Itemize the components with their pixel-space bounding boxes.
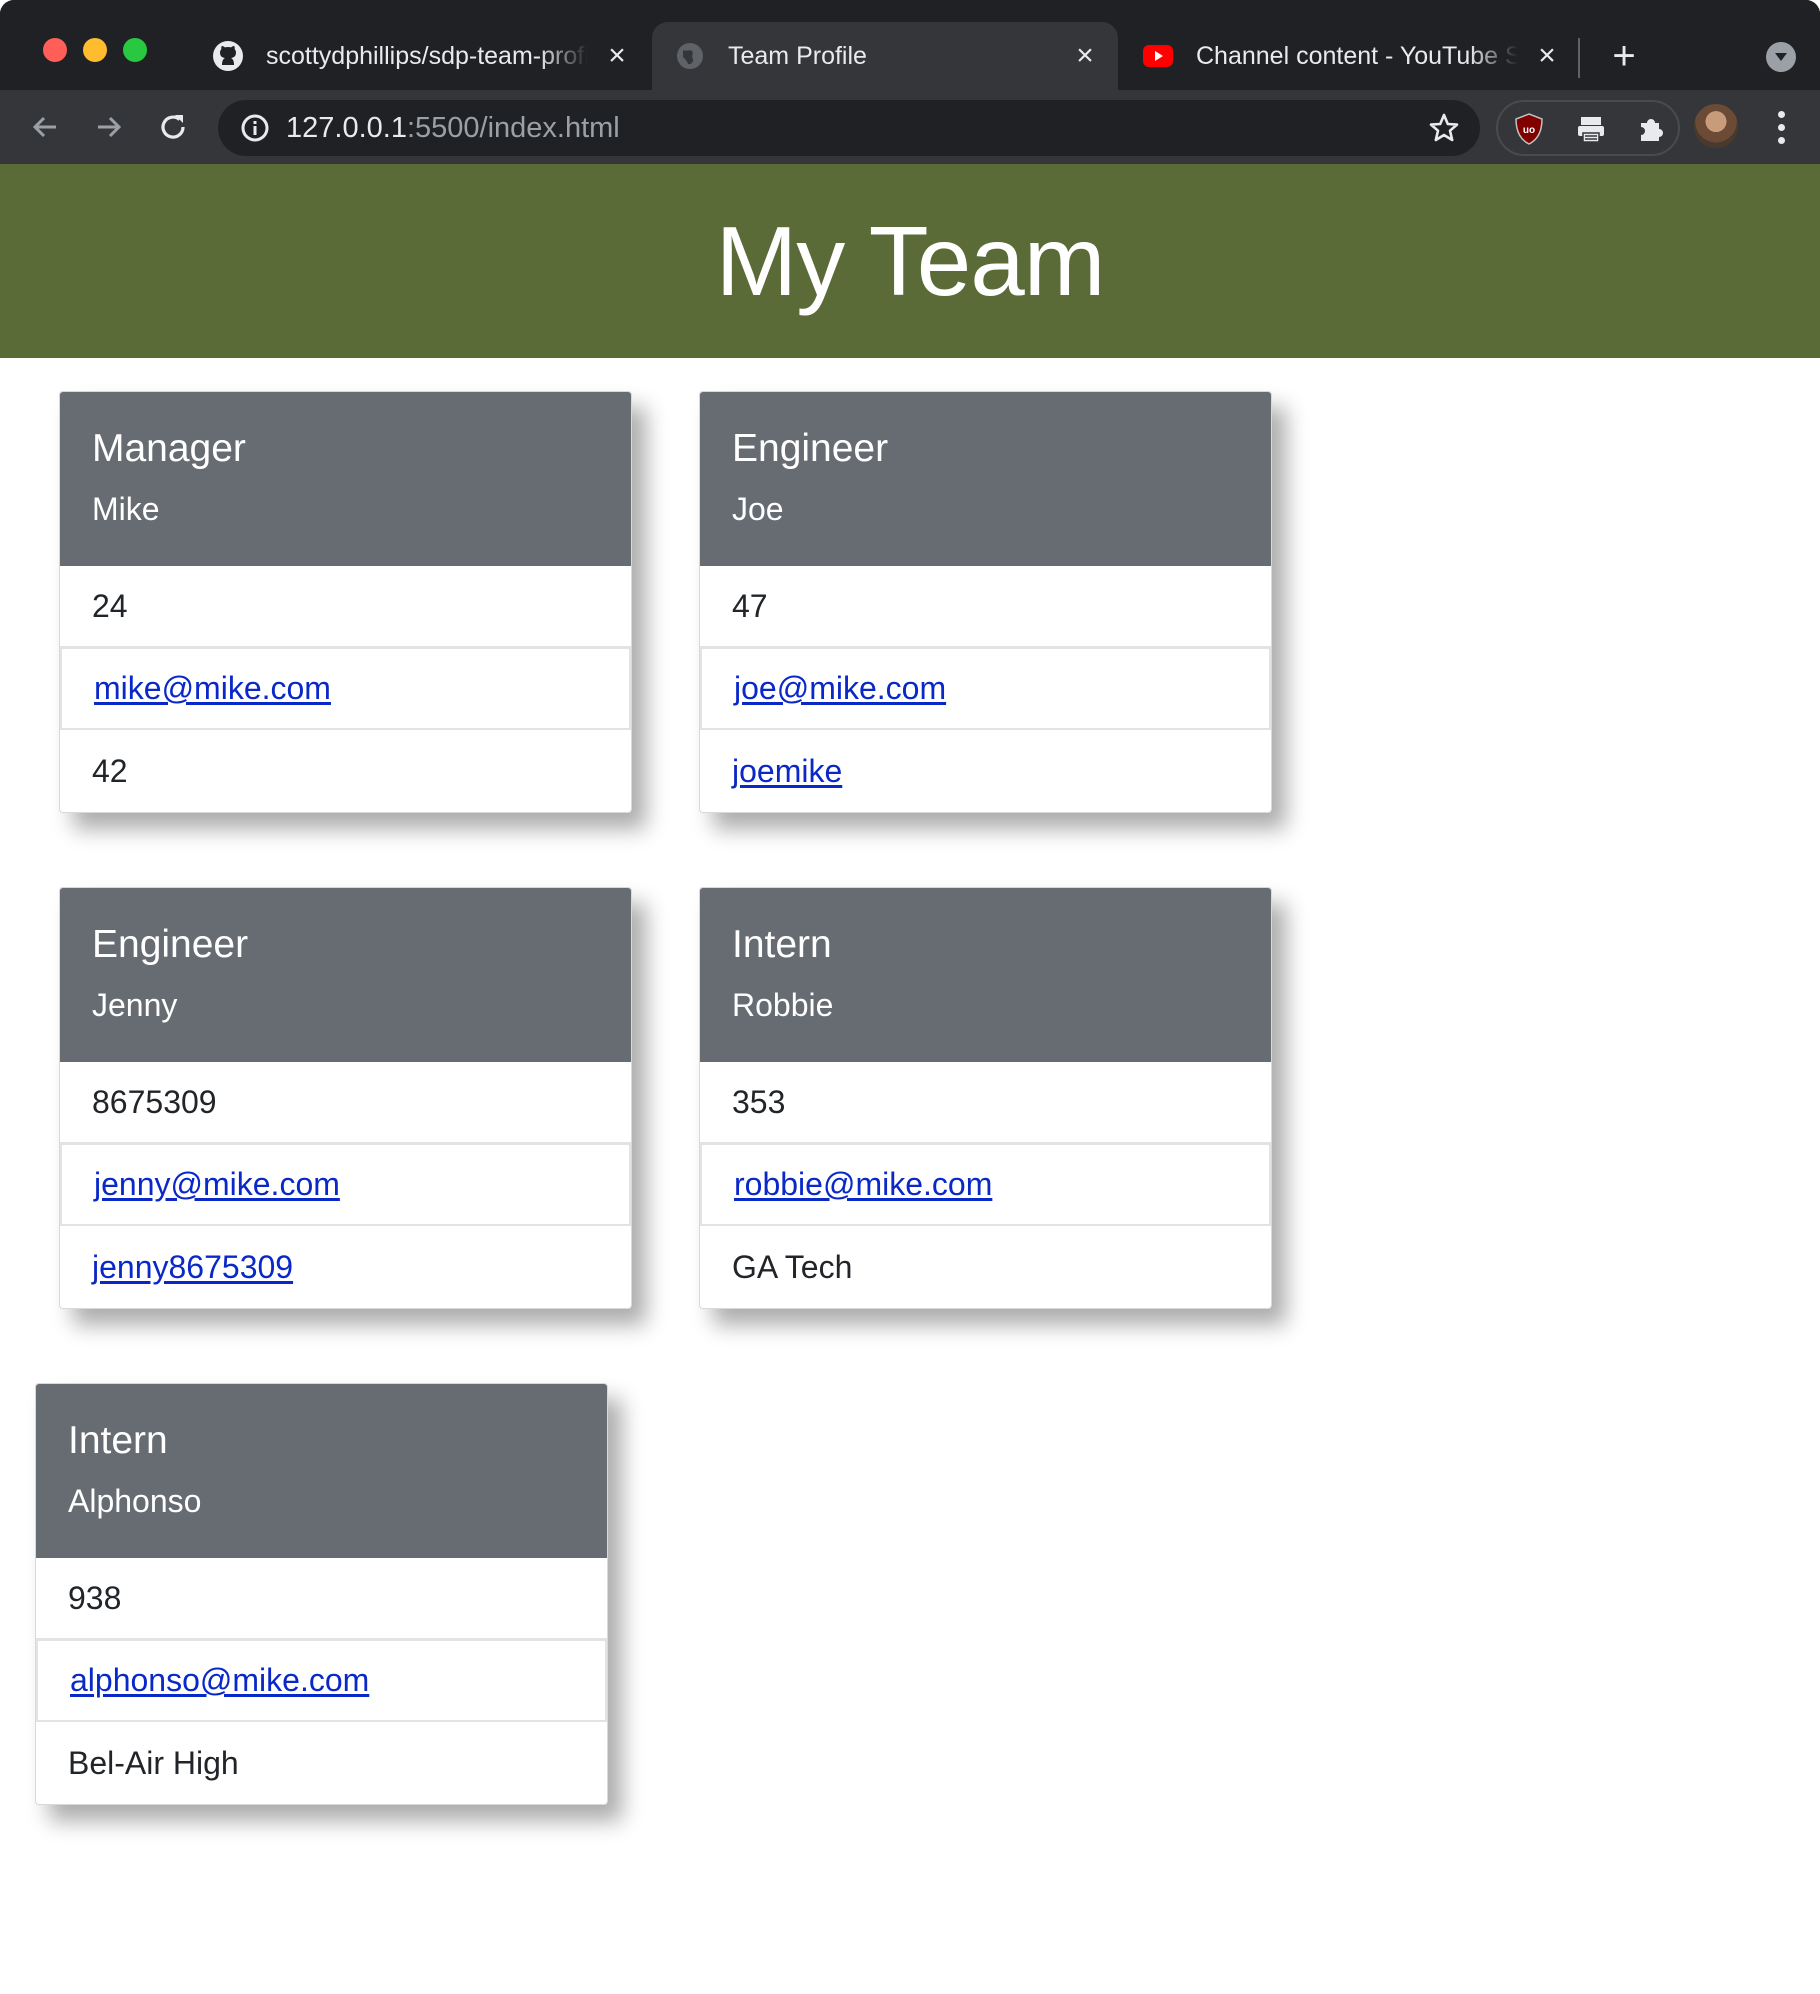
- card-email-row: jenny@mike.com: [60, 1144, 631, 1226]
- card-header: Engineer Joe: [700, 392, 1271, 566]
- card-email-row: alphonso@mike.com: [36, 1640, 607, 1722]
- card-role: Manager: [92, 427, 246, 470]
- minimize-window-button[interactable]: [83, 38, 107, 62]
- tab-title: Team Profile: [728, 41, 867, 70]
- card-github-row: joemike: [700, 730, 1271, 812]
- card-header: Intern Alphonso: [36, 1384, 607, 1558]
- card-email-row: mike@mike.com: [60, 648, 631, 730]
- tab-github[interactable]: scottydphillips/sdp-team-profile ×: [190, 22, 650, 90]
- email-link[interactable]: joe@mike.com: [734, 670, 946, 707]
- puzzle-extensions-icon[interactable]: [1632, 110, 1670, 148]
- card-id: 353: [700, 1062, 1271, 1144]
- browser-toolbar: 127.0.0.1:5500/index.html uo: [0, 90, 1820, 164]
- extensions-group: uo: [1496, 100, 1680, 156]
- tab-title: scottydphillips/sdp-team-profile: [266, 41, 588, 70]
- email-link[interactable]: alphonso@mike.com: [70, 1662, 369, 1699]
- ublock-origin-icon[interactable]: uo: [1510, 110, 1548, 148]
- url-host: 127.0.0.1: [286, 112, 407, 144]
- card-name: Jenny: [92, 987, 178, 1023]
- card-role: Intern: [732, 923, 832, 966]
- card-name: Robbie: [732, 987, 834, 1023]
- page-banner: My Team: [0, 164, 1820, 358]
- employee-card: Manager Mike 24 mike@mike.com 42: [59, 391, 632, 813]
- site-info-icon[interactable]: [240, 113, 270, 148]
- close-tab-icon[interactable]: ×: [1070, 39, 1100, 72]
- card-header: Engineer Jenny: [60, 888, 631, 1062]
- email-link[interactable]: jenny@mike.com: [94, 1166, 340, 1203]
- close-tab-icon[interactable]: ×: [602, 39, 632, 72]
- card-role: Engineer: [92, 923, 249, 966]
- card-role: Engineer: [732, 427, 889, 470]
- card-name: Alphonso: [68, 1483, 202, 1519]
- globe-icon: [674, 40, 706, 72]
- svg-text:uo: uo: [1523, 125, 1535, 136]
- address-bar[interactable]: 127.0.0.1:5500/index.html: [218, 100, 1480, 156]
- employee-card: Intern Robbie 353 robbie@mike.com GA Tec…: [699, 887, 1272, 1309]
- github-link[interactable]: jenny8675309: [92, 1249, 293, 1286]
- close-window-button[interactable]: [43, 38, 67, 62]
- tab-strip: scottydphillips/sdp-team-profile × Team …: [0, 0, 1820, 90]
- maximize-window-button[interactable]: [123, 38, 147, 62]
- employee-card: Engineer Joe 47 joe@mike.com joemike: [699, 391, 1272, 813]
- tab-youtube-studio[interactable]: Channel content - YouTube Studio ×: [1120, 22, 1580, 90]
- employee-card: Intern Alphonso 938 alphonso@mike.com Be…: [35, 1383, 608, 1805]
- print-extension-icon[interactable]: [1572, 110, 1610, 148]
- card-email-row: robbie@mike.com: [700, 1144, 1271, 1226]
- youtube-icon: [1142, 40, 1174, 72]
- github-link[interactable]: joemike: [732, 753, 842, 790]
- email-link[interactable]: mike@mike.com: [94, 670, 331, 707]
- profile-avatar[interactable]: [1694, 104, 1738, 148]
- close-tab-icon[interactable]: ×: [1532, 39, 1562, 72]
- url-path: :5500/index.html: [406, 112, 620, 144]
- url-text[interactable]: 127.0.0.1:5500/index.html: [286, 100, 620, 156]
- card-school: Bel-Air High: [68, 1744, 239, 1781]
- back-arrow-icon[interactable]: [20, 102, 70, 152]
- browser-window-chrome: scottydphillips/sdp-team-profile × Team …: [0, 0, 1820, 164]
- card-id: 24: [60, 566, 631, 648]
- tab-title: Channel content - YouTube Studio: [1196, 41, 1518, 70]
- card-id: 938: [36, 1558, 607, 1640]
- tab-team-profile[interactable]: Team Profile ×: [652, 22, 1118, 90]
- card-school: GA Tech: [732, 1248, 853, 1285]
- card-id: 8675309: [60, 1062, 631, 1144]
- card-header: Manager Mike: [60, 392, 631, 566]
- forward-arrow-icon[interactable]: [84, 102, 134, 152]
- tab-divider: [1578, 38, 1580, 78]
- card-header: Intern Robbie: [700, 888, 1271, 1062]
- bookmark-star-icon[interactable]: [1428, 112, 1460, 149]
- browser-menu-icon[interactable]: [1766, 104, 1796, 150]
- email-link[interactable]: robbie@mike.com: [734, 1166, 992, 1203]
- card-github-row: jenny8675309: [60, 1226, 631, 1308]
- card-id: 47: [700, 566, 1271, 648]
- card-office-number: 42: [92, 752, 128, 789]
- reload-icon[interactable]: [148, 102, 198, 152]
- card-name: Mike: [92, 491, 160, 527]
- new-tab-plus-icon[interactable]: +: [1604, 36, 1644, 76]
- tab-search-chevron-icon[interactable]: [1766, 42, 1796, 72]
- card-role: Intern: [68, 1419, 168, 1462]
- employee-card: Engineer Jenny 8675309 jenny@mike.com je…: [59, 887, 632, 1309]
- github-icon: [212, 40, 244, 72]
- page-title: My Team: [715, 205, 1106, 316]
- card-email-row: joe@mike.com: [700, 648, 1271, 730]
- card-name: Joe: [732, 491, 784, 527]
